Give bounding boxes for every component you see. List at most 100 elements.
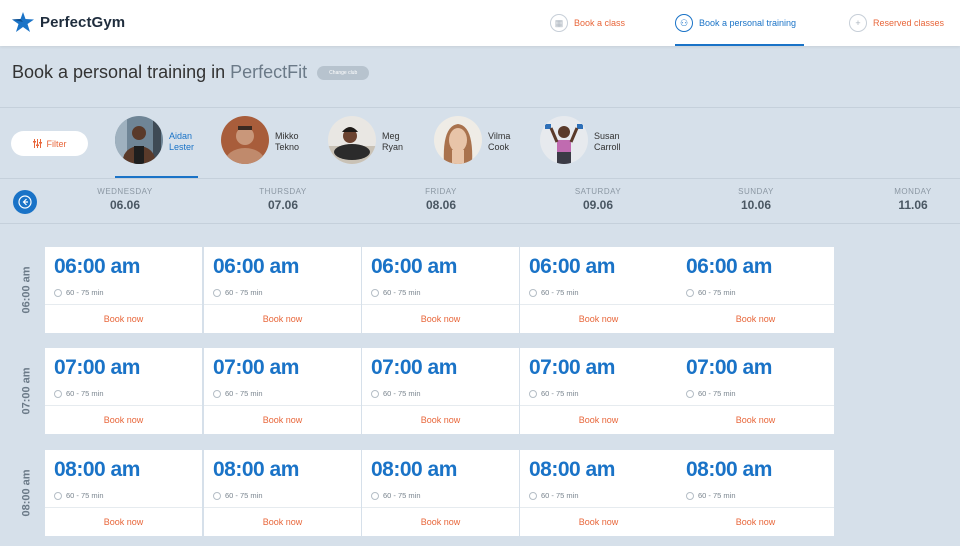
slot-duration-text: 60 - 75 min (698, 288, 736, 297)
book-now-button[interactable]: Book now (204, 508, 361, 536)
slot-duration: 60 - 75 min (54, 288, 104, 297)
previous-week-button[interactable] (13, 190, 37, 214)
day-date: 07.06 (267, 198, 299, 212)
trainer-susan-carroll[interactable]: Susan Carroll (540, 116, 630, 178)
trainer-name: Aidan Lester (169, 116, 194, 153)
day-name: FRIDAY (425, 187, 457, 196)
trainer-avatar (328, 116, 376, 164)
book-now-button[interactable]: Book now (520, 305, 677, 333)
slot-time: 08:00 am (371, 458, 457, 481)
clock-icon (686, 389, 694, 398)
trainer-avatar (434, 116, 482, 164)
filter-button[interactable]: Filter (11, 131, 88, 156)
clock-icon (213, 288, 221, 297)
divider (0, 178, 960, 179)
filter-icon (32, 139, 42, 148)
slot-time: 07:00 am (54, 356, 140, 379)
clock-icon (529, 288, 537, 297)
book-now-button[interactable]: Book now (520, 406, 677, 434)
nav-book-personal-training[interactable]: ⚇ Book a personal training (675, 0, 804, 46)
book-now-button[interactable]: Book now (362, 508, 519, 536)
book-now-button[interactable]: Book now (204, 406, 361, 434)
trainer-last-name: Lester (169, 142, 195, 152)
book-now-button[interactable]: Book now (204, 305, 361, 333)
clock-icon (529, 491, 537, 500)
slot-duration-text: 60 - 75 min (383, 491, 421, 500)
slot-duration: 60 - 75 min (529, 288, 579, 297)
slot-duration: 60 - 75 min (686, 491, 736, 500)
trainer-avatar (115, 116, 163, 164)
clock-icon (213, 491, 221, 500)
slot-duration: 60 - 75 min (213, 389, 263, 398)
day-header: WEDNESDAY 06.06 (65, 187, 185, 212)
book-now-button[interactable]: Book now (677, 406, 834, 434)
slot-time: 07:00 am (686, 356, 772, 379)
trainer-name: Vilma Cook (488, 116, 510, 153)
nav-book-class[interactable]: ▦ Book a class (550, 0, 625, 46)
change-club-button[interactable]: Change club (317, 65, 370, 80)
book-now-button[interactable]: Book now (45, 406, 202, 434)
slot-duration: 60 - 75 min (213, 491, 263, 500)
slot-time: 06:00 am (371, 255, 457, 278)
slot-card: 08:00 am 60 - 75 min Book now (677, 450, 834, 536)
row-time-label: 08:00 am (16, 450, 38, 536)
slot-time: 07:00 am (371, 356, 457, 379)
trainer-meg-ryan[interactable]: Meg Ryan (328, 116, 412, 178)
row-time-label: 07:00 am (16, 348, 38, 434)
slot-duration-text: 60 - 75 min (698, 389, 736, 398)
nav-reserved-classes[interactable]: + Reserved classes (849, 0, 944, 46)
slot-duration-text: 60 - 75 min (225, 288, 263, 297)
trainer-mikko-tekno[interactable]: Mikko Tekno (221, 116, 311, 178)
trainer-avatar (221, 116, 269, 164)
trainer-vilma-cook[interactable]: Vilma Cook (434, 116, 518, 178)
row-time-label-text: 07:00 am (21, 367, 33, 415)
slot-duration-text: 60 - 75 min (698, 491, 736, 500)
logo-text: PerfectGym (40, 13, 126, 31)
top-bar: PerfectGym ▦ Book a class ⚇ Book a perso… (0, 0, 960, 46)
day-header: SATURDAY 09.06 (538, 187, 658, 212)
nav-label: Book a class (574, 18, 626, 28)
slot-card: 07:00 am 60 - 75 min Book now (204, 348, 361, 434)
divider (0, 223, 960, 224)
slot-duration-text: 60 - 75 min (541, 491, 579, 500)
book-now-button[interactable]: Book now (45, 508, 202, 536)
book-now-button[interactable]: Book now (677, 508, 834, 536)
plus-icon: + (849, 14, 867, 32)
trainer-first-name: Susan (594, 131, 620, 141)
slot-card: 08:00 am 60 - 75 min Book now (45, 450, 202, 536)
slot-duration: 60 - 75 min (529, 491, 579, 500)
clock-icon (686, 288, 694, 297)
slot-card: 08:00 am 60 - 75 min Book now (204, 450, 361, 536)
slot-card: 07:00 am 60 - 75 min Book now (677, 348, 834, 434)
day-header: SUNDAY 10.06 (696, 187, 816, 212)
row-time-label: 06:00 am (16, 247, 38, 333)
people-icon: ⚇ (675, 14, 693, 32)
book-now-button[interactable]: Book now (520, 508, 677, 536)
slot-card: 06:00 am 60 - 75 min Book now (45, 247, 202, 333)
slot-card: 06:00 am 60 - 75 min Book now (362, 247, 519, 333)
day-date: 10.06 (740, 198, 772, 212)
book-now-button[interactable]: Book now (677, 305, 834, 333)
trainer-aidan-lester[interactable]: Aidan Lester (115, 116, 198, 178)
slot-duration-text: 60 - 75 min (383, 288, 421, 297)
clock-icon (213, 389, 221, 398)
slot-time: 08:00 am (54, 458, 140, 481)
logo[interactable]: PerfectGym (12, 12, 125, 32)
book-now-button[interactable]: Book now (362, 406, 519, 434)
day-date: 11.06 (898, 198, 928, 212)
row-time-label-text: 06:00 am (21, 266, 33, 314)
clock-icon (371, 288, 379, 297)
filter-label: Filter (46, 138, 67, 149)
nav-label: Book a personal training (699, 18, 797, 28)
book-now-button[interactable]: Book now (362, 305, 519, 333)
slot-card: 07:00 am 60 - 75 min Book now (520, 348, 677, 434)
divider (0, 107, 960, 108)
clock-icon (54, 491, 62, 500)
day-header: FRIDAY 08.06 (381, 187, 501, 212)
book-now-button[interactable]: Book now (45, 305, 202, 333)
day-name: THURSDAY (259, 187, 307, 196)
trainer-last-name: Ryan (382, 142, 404, 152)
slot-time: 06:00 am (213, 255, 299, 278)
slot-duration: 60 - 75 min (54, 491, 104, 500)
trainer-last-name: Tekno (275, 142, 300, 152)
